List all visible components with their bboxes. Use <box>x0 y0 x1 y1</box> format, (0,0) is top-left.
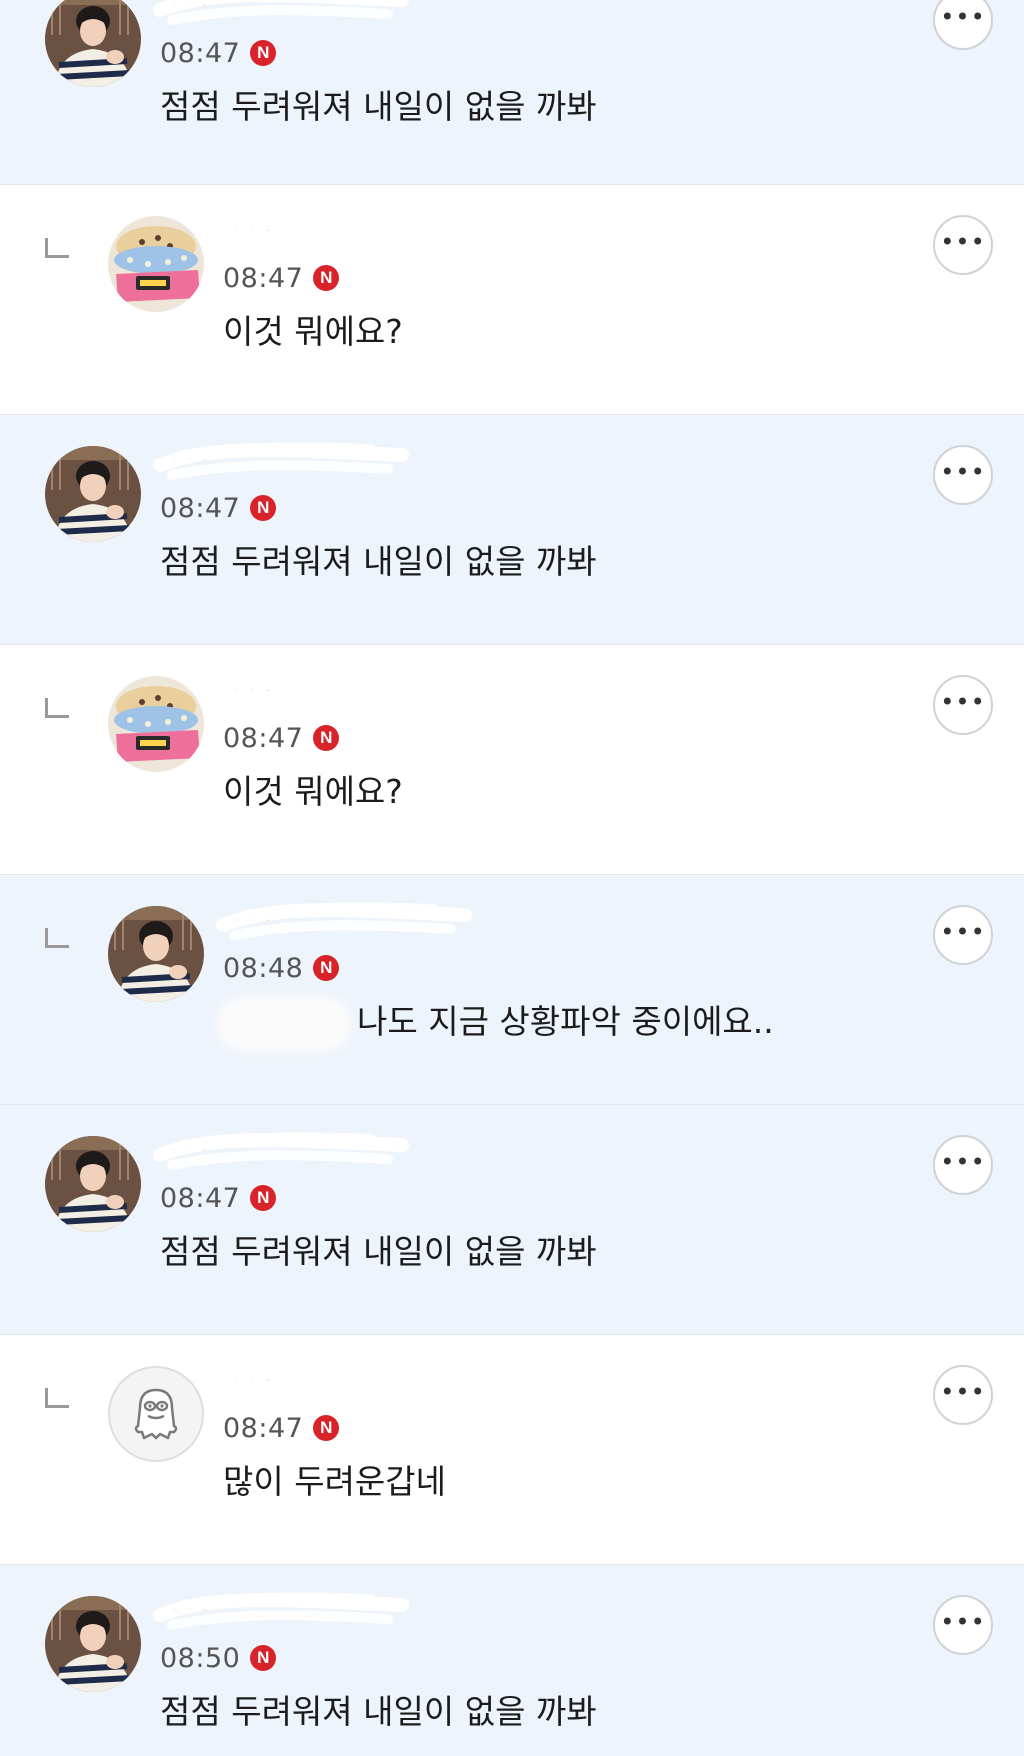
comment-text-content: 이것 뭐에요? <box>223 312 403 351</box>
comment-meta: 08:47 N <box>223 261 340 295</box>
comment-item: · · · 08:47 N 많이 두려운갑네 ••• <box>0 1335 1024 1565</box>
comment-text: 점점 두려워져 내일이 없을 까봐 <box>160 1225 597 1273</box>
author-name[interactable]: · · · <box>162 1593 216 1627</box>
timestamp: 08:47 <box>223 1412 304 1444</box>
author-name[interactable]: · · · <box>225 213 279 247</box>
comment-meta: 08:50 N <box>160 1641 277 1675</box>
avatar[interactable] <box>45 1596 141 1692</box>
new-badge-icon: N <box>313 955 340 981</box>
author-name[interactable]: · · · <box>225 903 279 937</box>
avatar[interactable] <box>45 0 141 87</box>
more-icon: ••• <box>940 3 986 31</box>
new-badge-icon: N <box>313 1415 340 1441</box>
comment-item: · · · 08:47 N 이것 뭐에요? ••• <box>0 645 1024 875</box>
comment-text: 많이 두려운갑네 <box>223 1455 446 1503</box>
timestamp: 08:47 <box>160 37 241 69</box>
timestamp: 08:47 <box>223 722 304 754</box>
more-options-button[interactable]: ••• <box>933 215 993 275</box>
comment-text-content: 점점 두려워져 내일이 없을 까봐 <box>160 1692 597 1731</box>
author-name[interactable]: · · · <box>162 443 216 477</box>
comment-text-content: 점점 두려워져 내일이 없을 까봐 <box>160 87 597 126</box>
comment-text: 점점 두려워져 내일이 없을 까봐 <box>160 1685 597 1733</box>
more-options-button[interactable]: ••• <box>933 675 993 735</box>
more-icon: ••• <box>940 688 986 716</box>
avatar[interactable] <box>108 906 204 1002</box>
comment-text-content: 이것 뭐에요? <box>223 772 403 811</box>
avatar[interactable] <box>108 676 204 772</box>
author-name[interactable]: · · · <box>162 0 216 22</box>
comment-meta: 08:47 N <box>223 1411 340 1445</box>
comment-meta: 08:47 N <box>223 721 340 755</box>
comment-text: 이것 뭐에요? <box>223 765 403 813</box>
comment-text: 나도 지금 상황파악 중이에요.. <box>223 995 774 1046</box>
new-badge-icon: N <box>250 1185 277 1211</box>
more-options-button[interactable]: ••• <box>933 0 993 50</box>
more-options-button[interactable]: ••• <box>933 1365 993 1425</box>
more-options-button[interactable]: ••• <box>933 905 993 965</box>
comment-item: · · · 08:47 N 이것 뭐에요? ••• <box>0 185 1024 415</box>
avatar[interactable] <box>108 1366 204 1462</box>
comment-text: 점점 두려워져 내일이 없을 까봐 <box>160 535 597 583</box>
new-badge-icon: N <box>250 495 277 521</box>
more-icon: ••• <box>940 228 986 256</box>
comment-item: · · · 08:48 N 나도 지금 상황파악 중이에요.. ••• <box>0 875 1024 1105</box>
timestamp: 08:47 <box>160 1182 241 1214</box>
timestamp: 08:48 <box>223 952 304 984</box>
comment-item: · · · 08:47 N 점점 두려워져 내일이 없을 까봐 ••• <box>0 415 1024 645</box>
comment-text-content: 점점 두려워져 내일이 없을 까봐 <box>160 1232 597 1271</box>
avatar[interactable] <box>45 1136 141 1232</box>
comment-text-content: 많이 두려운갑네 <box>223 1462 447 1501</box>
timestamp: 08:50 <box>160 1642 241 1674</box>
author-name[interactable]: · · · <box>162 1133 216 1167</box>
new-badge-icon: N <box>250 1645 277 1671</box>
comment-text: 이것 뭐에요? <box>223 305 403 353</box>
author-name[interactable]: · · · <box>225 673 279 707</box>
comment-item: · · · 08:47 N 점점 두려워져 내일이 없을 까봐 ••• <box>0 0 1024 185</box>
comment-item: · · · 08:50 N 점점 두려워져 내일이 없을 까봐 ••• <box>0 1565 1024 1756</box>
redacted-mention <box>223 1001 345 1046</box>
more-options-button[interactable]: ••• <box>933 1595 993 1655</box>
more-options-button[interactable]: ••• <box>933 445 993 505</box>
more-icon: ••• <box>940 458 986 486</box>
reply-arrow-icon <box>45 928 69 948</box>
reply-arrow-icon <box>45 238 69 258</box>
avatar[interactable] <box>108 216 204 312</box>
author-name[interactable]: · · · <box>225 1363 279 1397</box>
reply-arrow-icon <box>45 698 69 718</box>
avatar[interactable] <box>45 446 141 542</box>
timestamp: 08:47 <box>160 492 241 524</box>
more-icon: ••• <box>940 918 986 946</box>
new-badge-icon: N <box>313 265 340 291</box>
comment-text-content: 점점 두려워져 내일이 없을 까봐 <box>160 542 597 581</box>
new-badge-icon: N <box>313 725 340 751</box>
new-badge-icon: N <box>250 40 277 66</box>
comment-meta: 08:47 N <box>160 36 277 70</box>
comment-meta: 08:47 N <box>160 1181 277 1215</box>
more-icon: ••• <box>940 1148 986 1176</box>
comment-text-content: 나도 지금 상황파악 중이에요.. <box>357 1002 774 1041</box>
more-icon: ••• <box>940 1608 986 1636</box>
comment-meta: 08:47 N <box>160 491 277 525</box>
comment-item: · · · 08:47 N 점점 두려워져 내일이 없을 까봐 ••• <box>0 1105 1024 1335</box>
comment-meta: 08:48 N <box>223 951 340 985</box>
comment-text: 점점 두려워져 내일이 없을 까봐 <box>160 80 597 128</box>
reply-arrow-icon <box>45 1388 69 1408</box>
more-icon: ••• <box>940 1378 986 1406</box>
more-options-button[interactable]: ••• <box>933 1135 993 1195</box>
comment-feed: · · · 08:47 N 점점 두려워져 내일이 없을 까봐 ••• · · · 08:4… <box>0 0 1024 1756</box>
timestamp: 08:47 <box>223 262 304 294</box>
